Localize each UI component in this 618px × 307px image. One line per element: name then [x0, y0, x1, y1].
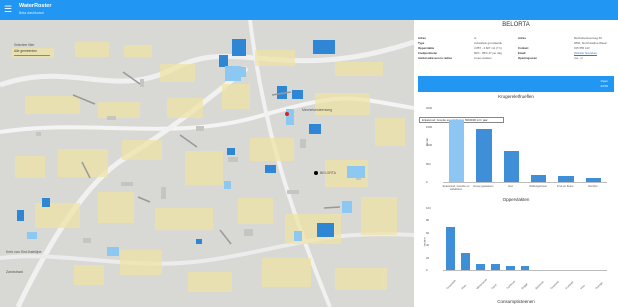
- map-label-place-2: Mechelsesteenweg: [302, 108, 332, 112]
- category-label: Rogge: [520, 282, 529, 291]
- info-value: zones wasken: [474, 56, 492, 60]
- bar: [460, 252, 470, 270]
- category-label: Overbel: [587, 185, 598, 188]
- category-label: Gerst: [490, 283, 498, 291]
- category-label: Grasland: [550, 280, 560, 291]
- info-key: Openingsuren: [518, 56, 537, 60]
- menu-icon[interactable]: ☰: [4, 5, 13, 14]
- status-line-1: Open: [600, 79, 608, 83]
- y-axis-label: aantal: [424, 138, 429, 146]
- panel-title: BELORTA: [502, 22, 530, 28]
- y-axis-tick: 100: [426, 206, 431, 210]
- y-axis-tick: 0: [426, 268, 428, 272]
- bar: [503, 150, 519, 182]
- y-axis-tick: 2000: [426, 106, 433, 110]
- chart-title-1: Krugereletfrueflen: [498, 94, 534, 99]
- status-line-2: 23:00: [600, 84, 608, 88]
- x-axis-line: [443, 182, 607, 183]
- filter-label: Selecteer filter: [14, 43, 35, 47]
- chart-title-2: Oppervlakten: [502, 197, 530, 202]
- category-label: Graanteelt: [446, 279, 457, 291]
- y-axis-tick: 20: [426, 255, 430, 260]
- bar: [475, 264, 485, 270]
- category-label: Enkelvoud, Grootte en variabelen: [442, 185, 470, 191]
- bar-highlighted: [449, 119, 465, 182]
- app-subtitle: Beta dashboard: [19, 11, 44, 15]
- category-label: Groep gewassen: [473, 185, 494, 188]
- chart-title-3: Consumpticteenen: [497, 299, 535, 304]
- info-key: Aantal adressen in radius: [418, 56, 453, 60]
- bar: [520, 266, 530, 270]
- category-label: Maïs: [460, 284, 468, 291]
- y-axis-tick: 60: [426, 230, 430, 235]
- x-axis-line: [443, 270, 607, 271]
- y-axis-tick: 0: [426, 180, 428, 184]
- map-label-place-1: Zandstraat: [6, 270, 23, 274]
- info-key: Adres: [518, 36, 526, 40]
- filter-select[interactable]: Alle gemeenten: [14, 49, 50, 56]
- y-axis-tick: 80: [426, 218, 430, 223]
- category-label: Bosbouw: [535, 280, 546, 291]
- category-label: Overige: [595, 281, 604, 291]
- category-label: Hoo: [508, 185, 514, 188]
- left-info: Adres nr. Type Industriële grondaarde Oppe…: [418, 36, 513, 60]
- info-value: ma - vr: [574, 56, 583, 60]
- bar: [476, 129, 492, 182]
- y-axis-tick: 500: [426, 161, 431, 166]
- map-canvas[interactable]: Selecteer filter Alle gemeenten BELORTA …: [0, 20, 414, 307]
- category-label: Fruitteelt: [565, 280, 575, 291]
- y-axis-tick: 1500: [426, 124, 433, 129]
- y-axis-label: hectare: [422, 237, 427, 247]
- status-band: Open 23:00: [418, 76, 614, 92]
- app-title: WaterRoster: [19, 3, 52, 9]
- bar: [446, 226, 455, 270]
- bar: [585, 178, 601, 182]
- category-label: Veldoogstmeer: [529, 185, 547, 188]
- map-label-belorta: BELORTA: [320, 171, 337, 175]
- bar: [490, 264, 500, 270]
- category-label: Wintertarwe: [475, 278, 488, 291]
- map-label-place-3: Kerk van Sint-Katelijne: [6, 250, 42, 254]
- map-svg: [0, 20, 414, 307]
- right-info: Adres Mechelsesteenweg 40 2860, Sint-Kate…: [518, 36, 614, 60]
- detail-panel: BELORTA Adres nr. Type Industriële grondaa…: [414, 20, 618, 307]
- category-label: Vlas: [580, 284, 586, 291]
- app-header: ☰ WaterRoster Beta dashboard: [0, 0, 618, 20]
- bar: [505, 265, 515, 270]
- bar: [531, 174, 547, 182]
- category-label: Fruit en fleere: [557, 185, 574, 188]
- category-label: Tuinbouw: [505, 280, 516, 291]
- bar: [558, 176, 574, 182]
